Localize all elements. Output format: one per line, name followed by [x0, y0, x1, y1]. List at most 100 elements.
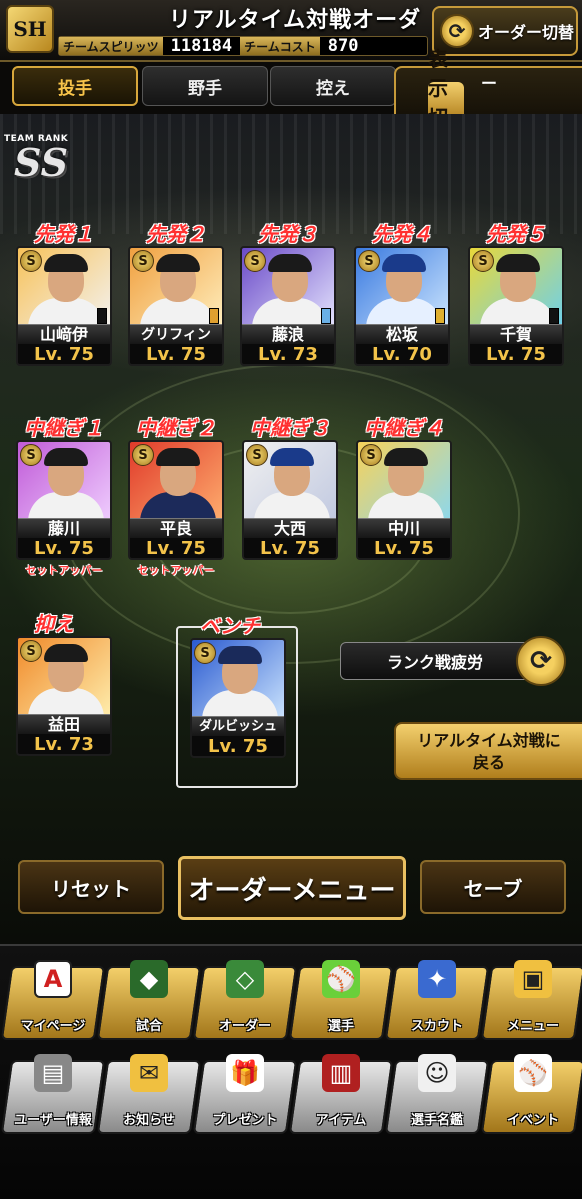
nav-user-info[interactable]: ▤ ユーザー情報 [0, 1050, 106, 1134]
order-field: TEAM RANK SS 先発１ S 山﨑伊 Lv. 75 先発２ S グリフィ… [0, 114, 582, 944]
stadium-icon: ◆ [130, 960, 168, 998]
header-bar: SH リアルタイム対戦オーダー チームスピリッツ 118184 チームコスト 8… [0, 0, 582, 65]
player-card[interactable]: S 藤浪 Lv. 73 [240, 246, 336, 366]
player-level: Lv. 70 [356, 344, 448, 364]
type-chip [209, 308, 219, 324]
nav-label: スカウト [410, 1019, 463, 1034]
order-switch-label: オーダー切替 [478, 23, 575, 42]
team-spirit-value: 118184 [170, 36, 233, 56]
mypage-icon: A [34, 960, 72, 998]
player-card[interactable]: S グリフィン Lv. 75 [128, 246, 224, 366]
slot-label: 中継ぎ２ [136, 416, 216, 440]
back-button-line1: リアルタイム対戦に [417, 731, 561, 750]
player-icon: ⚾ [322, 960, 360, 998]
nav-scout[interactable]: ✦ スカウト [384, 956, 490, 1040]
order-menu-button[interactable]: オーダーメニュー [178, 856, 406, 920]
bottom-navigation: A マイページ ◆ 試合 ◇ オーダー ⚾ 選手 ✦ スカウト ▣ メニュー ▤… [0, 944, 582, 1199]
player-name: 益田 [18, 714, 110, 734]
rank-s-icon: S [244, 250, 266, 272]
nav-player-directory[interactable]: ☺ 選手名鑑 [384, 1050, 490, 1134]
item-book-icon: ▥ [322, 1054, 360, 1092]
player-role: セットアッパー [137, 564, 215, 577]
player-name: 松坂 [356, 324, 448, 344]
player-level: Lv. 75 [130, 538, 222, 558]
player-level: Lv. 75 [192, 736, 284, 756]
team-cost-label: チームコスト [240, 37, 320, 55]
team-stats-bar: チームスピリッツ 118184 チームコスト 870 [58, 36, 428, 56]
nav-event[interactable]: ⚾ イベント [480, 1050, 582, 1134]
slot-label: 先発３ [258, 222, 318, 246]
slot-label: 中継ぎ４ [364, 416, 444, 440]
save-button[interactable]: セーブ [420, 860, 566, 914]
order-action-row: リセット オーダーメニュー セーブ [0, 848, 582, 928]
nav-label: アイテム [315, 1113, 367, 1128]
slot-label: 抑え [34, 612, 74, 636]
slot-label: 中継ぎ３ [250, 416, 330, 440]
baseball-bat-icon: ⚾ [514, 1054, 552, 1092]
nav-label: お知らせ [123, 1113, 175, 1128]
tab-pitcher[interactable]: 投手 [12, 66, 138, 106]
nav-present[interactable]: 🎁 プレゼント [192, 1050, 298, 1134]
nav-label: 選手名鑑 [410, 1113, 463, 1128]
player-card[interactable]: S 大西 Lv. 75 [242, 440, 338, 560]
player-name: 山﨑伊 [18, 324, 110, 344]
rank-s-icon: S [132, 444, 154, 466]
user-card-icon: ▤ [34, 1054, 72, 1092]
player-card[interactable]: S ダルビッシュ Lv. 75 [190, 638, 286, 758]
player-name: グリフィン [130, 324, 222, 344]
player-card[interactable]: S 松坂 Lv. 70 [354, 246, 450, 366]
type-chip [97, 308, 107, 324]
player-card[interactable]: S 中川 Lv. 75 [356, 440, 452, 560]
team-rank-badge: TEAM RANK SS [4, 134, 84, 182]
nav-menu[interactable]: ▣ メニュー [480, 956, 582, 1040]
slot-label: 先発１ [34, 222, 94, 246]
player-name: 大西 [244, 518, 336, 538]
player-card[interactable]: S 藤川 Lv. 75 [16, 440, 112, 560]
news-icon: ✉ [130, 1054, 168, 1092]
back-to-realtime-button[interactable]: リアルタイム対戦に 戻る [394, 722, 582, 780]
slot-label: 先発２ [146, 222, 206, 246]
tab-reserve[interactable]: 控え [270, 66, 396, 106]
nav-order[interactable]: ◇ オーダー [192, 956, 298, 1040]
gift-icon: 🎁 [226, 1054, 264, 1092]
tab-fielder[interactable]: 野手 [142, 66, 268, 106]
player-level: Lv. 75 [18, 344, 110, 364]
rank-s-icon: S [20, 640, 42, 662]
team-cost-value: 870 [327, 36, 359, 56]
type-chip [435, 308, 445, 324]
nav-label: ユーザー情報 [14, 1113, 92, 1128]
player-card[interactable]: S 山﨑伊 Lv. 75 [16, 246, 112, 366]
rank-s-icon: S [20, 250, 42, 272]
player-card[interactable]: S 益田 Lv. 73 [16, 636, 112, 756]
nav-item[interactable]: ▥ アイテム [288, 1050, 394, 1134]
player-level: Lv. 75 [470, 344, 562, 364]
nav-label: メニュー [506, 1019, 559, 1034]
rank-s-icon: S [132, 250, 154, 272]
player-card[interactable]: S 千賀 Lv. 75 [468, 246, 564, 366]
slot-label: 先発４ [372, 222, 432, 246]
rank-fatigue-label: ランク戦疲労 [340, 642, 530, 680]
player-name: 藤川 [18, 518, 110, 538]
player-level: Lv. 75 [244, 538, 336, 558]
sync-icon[interactable]: ⟳ [516, 636, 566, 686]
nav-player[interactable]: ⚾ 選手 [288, 956, 394, 1040]
nav-label: プレゼント [212, 1113, 278, 1128]
player-level: Lv. 73 [242, 344, 334, 364]
team-rank-value: SS [14, 140, 69, 185]
team-spirit-label: チームスピリッツ [59, 37, 163, 55]
reset-button[interactable]: リセット [18, 860, 164, 914]
rank-fatigue-button[interactable]: ランク戦疲労 ⟳ [340, 636, 580, 686]
nav-mypage[interactable]: A マイページ [0, 956, 106, 1040]
slot-label: 中継ぎ１ [24, 416, 104, 440]
player-level: Lv. 75 [358, 538, 450, 558]
player-name: 平良 [130, 518, 222, 538]
diamond-field-icon: ◇ [226, 960, 264, 998]
rank-s-icon: S [360, 444, 382, 466]
nav-label: イベント [506, 1113, 559, 1128]
nav-news[interactable]: ✉ お知らせ [96, 1050, 202, 1134]
player-card[interactable]: S 平良 Lv. 75 [128, 440, 224, 560]
rank-s-icon: S [20, 444, 42, 466]
player-role: セットアッパー [25, 564, 103, 577]
nav-game[interactable]: ◆ 試合 [96, 956, 202, 1040]
display-toggle-value: ー [480, 74, 497, 93]
